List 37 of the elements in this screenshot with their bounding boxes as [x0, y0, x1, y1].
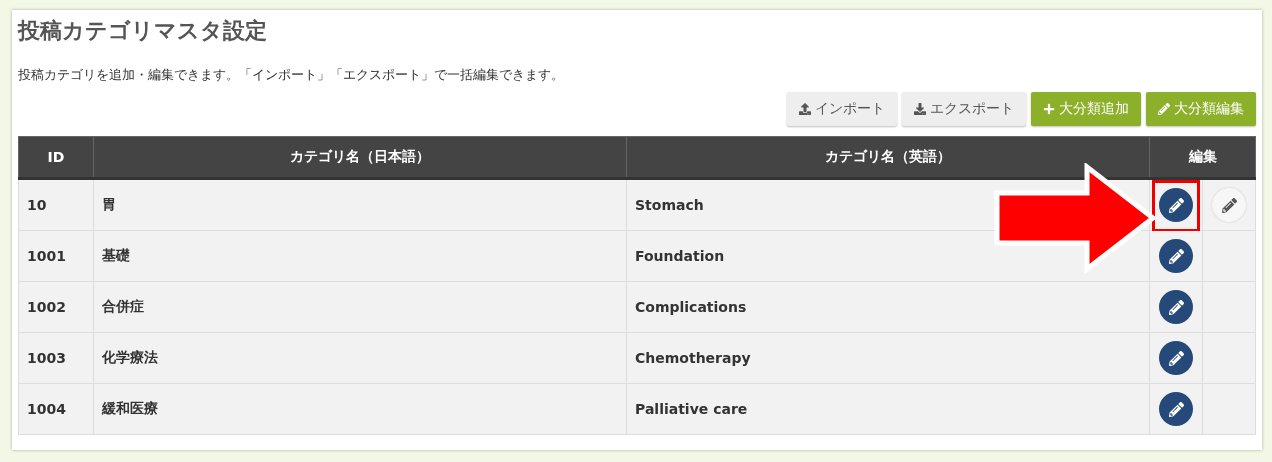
export-button[interactable]: エクスポート [902, 92, 1026, 126]
table-cell: 1003 [18, 332, 94, 384]
table-cell: 10 [18, 178, 94, 231]
plus-icon [1043, 103, 1055, 115]
column-header: 編集 [1149, 136, 1256, 179]
table-cell: Palliative care [626, 383, 1150, 435]
table-cell: 緩和医療 [93, 383, 627, 435]
table-cell: Complications [626, 281, 1150, 333]
edit-button[interactable] [1159, 188, 1193, 222]
table-cell: 化学療法 [93, 332, 627, 384]
pencil-icon [1221, 197, 1237, 213]
edit-button[interactable] [1159, 392, 1193, 426]
pencil-icon [1168, 197, 1184, 213]
pencil-icon [1168, 299, 1184, 315]
edit-button[interactable] [1159, 290, 1193, 324]
page-description: 投稿カテゴリを追加・編集できます。「インポート」「エクスポート」で一括編集できます。 [18, 66, 565, 84]
table-cell: 合併症 [93, 281, 627, 333]
table-cell: 基礎 [93, 230, 627, 282]
table-cell: 胃 [93, 178, 627, 231]
pencil-icon [1168, 401, 1184, 417]
edit-button[interactable] [1159, 239, 1193, 273]
table-cell: 1004 [18, 383, 94, 435]
table-cell: 1002 [18, 281, 94, 333]
column-header: カテゴリ名（日本語） [93, 136, 627, 179]
pencil-icon [1168, 350, 1184, 366]
edit-button[interactable] [1159, 341, 1193, 375]
upload-icon [799, 103, 811, 115]
table-cell: 1001 [18, 230, 94, 282]
import-button[interactable]: インポート [787, 92, 897, 126]
pencil-icon [1158, 103, 1170, 115]
page-title: 投稿カテゴリマスタ設定 [18, 17, 268, 45]
sub-edit-button[interactable] [1212, 188, 1246, 222]
column-header: ID [18, 136, 94, 179]
pencil-icon [1168, 248, 1184, 264]
download-icon [914, 103, 926, 115]
table-cell: Chemotherapy [626, 332, 1150, 384]
column-header: カテゴリ名（英語） [626, 136, 1150, 179]
